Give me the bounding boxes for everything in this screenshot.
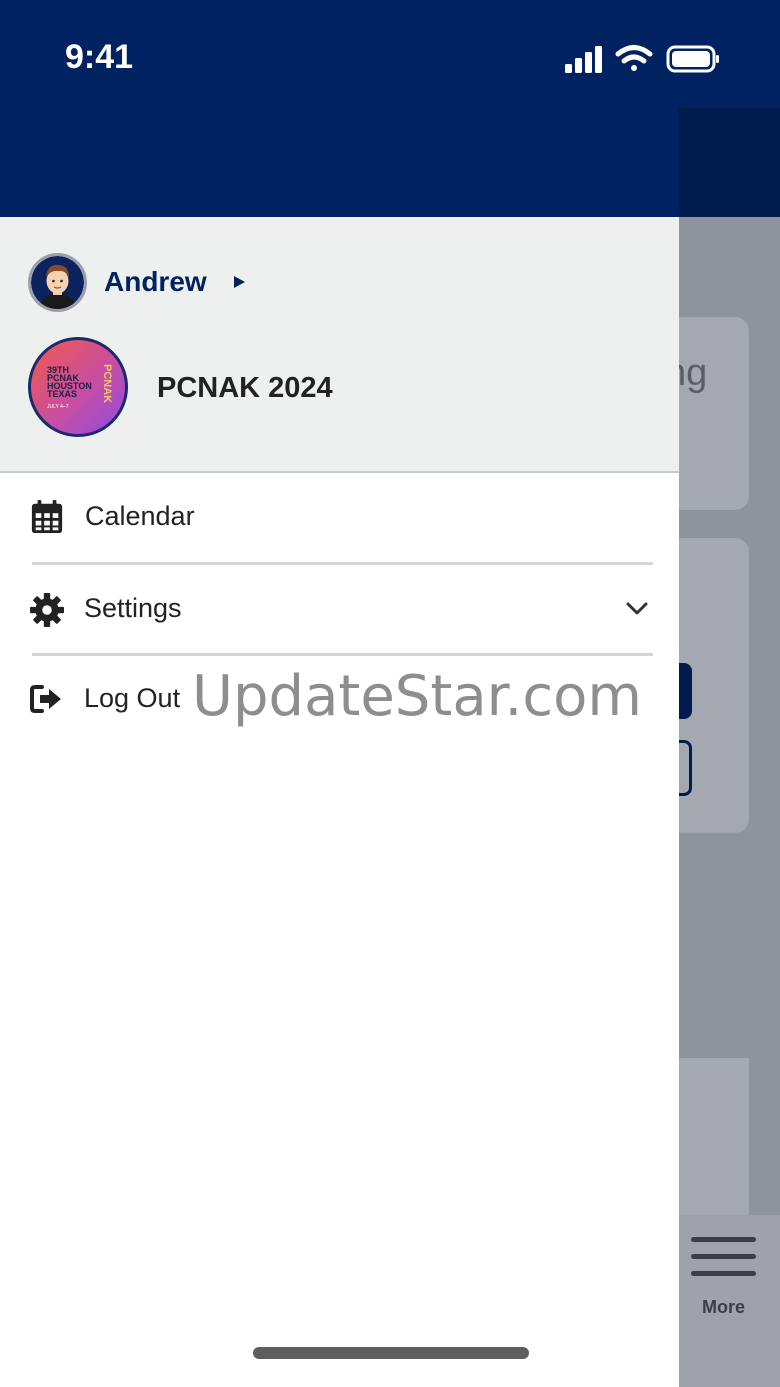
navigation-drawer: Andrew 39TH PCNAK HOUSTON TEXAS JULY 4–7…: [0, 217, 679, 1387]
user-name[interactable]: Andrew: [104, 266, 207, 298]
logout-icon: [30, 685, 61, 713]
avatar-icon: [31, 256, 84, 309]
user-avatar[interactable]: [28, 253, 87, 312]
background-card: [679, 1058, 749, 1218]
event-logo-vertical: PCNAK: [101, 364, 113, 404]
menu-item-calendar[interactable]: Calendar: [0, 473, 679, 563]
cellular-signal-icon: [565, 46, 602, 73]
wifi-icon: [615, 45, 653, 71]
menu-item-label: Calendar: [85, 501, 195, 531]
background-header: [679, 108, 780, 217]
event-logo-dates: JULY 4–7: [47, 404, 69, 410]
app-header: 9:41: [0, 0, 780, 217]
event-title[interactable]: PCNAK 2024: [157, 372, 333, 405]
background-app-overlay[interactable]: ng More: [679, 108, 780, 1387]
background-card-text: ng: [679, 352, 708, 394]
status-icons: [565, 45, 719, 73]
menu-item-label: Log Out: [84, 683, 181, 713]
caret-right-icon[interactable]: [231, 274, 247, 290]
event-logo-text: 39TH PCNAK HOUSTON TEXAS: [47, 365, 92, 399]
watermark: UpdateStar.com: [192, 664, 642, 729]
gear-icon: [30, 593, 64, 627]
status-time: 9:41: [65, 38, 134, 76]
event-logo[interactable]: 39TH PCNAK HOUSTON TEXAS JULY 4–7 PCNAK: [28, 337, 128, 437]
menu-item-label: Settings: [84, 593, 182, 623]
battery-icon: [666, 45, 719, 73]
drawer-header: Andrew 39TH PCNAK HOUSTON TEXAS JULY 4–7…: [0, 217, 679, 473]
background-card: [679, 317, 749, 510]
background-secondary-button: [679, 740, 692, 796]
tab-more-label: More: [701, 1297, 745, 1317]
calendar-icon: [31, 500, 63, 534]
menu-icon: [691, 1237, 756, 1276]
home-indicator[interactable]: [253, 1347, 529, 1359]
chevron-down-icon[interactable]: [626, 602, 648, 616]
menu-item-settings[interactable]: Settings: [0, 564, 679, 654]
background-primary-button: [679, 663, 692, 719]
